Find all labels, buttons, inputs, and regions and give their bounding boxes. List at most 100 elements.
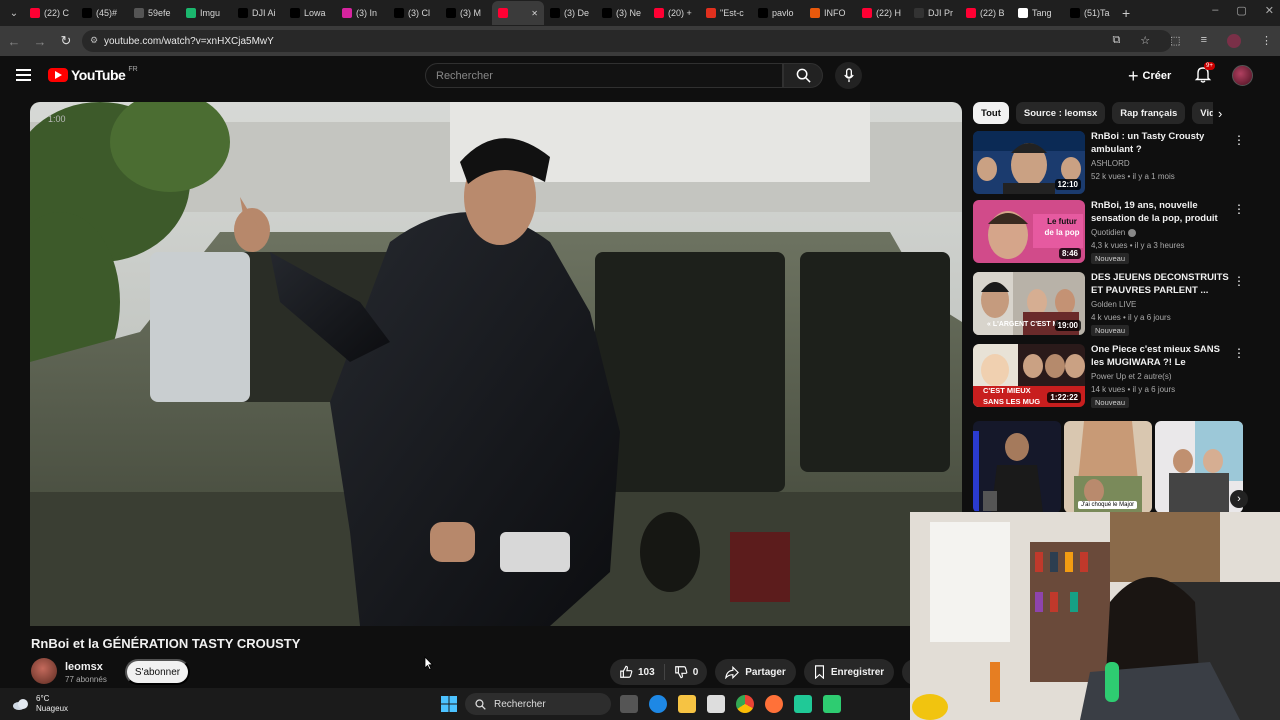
tab-search-chevron-icon[interactable]: ⌄	[4, 3, 24, 23]
share-icon	[725, 665, 740, 679]
browser-tab[interactable]: INFO	[804, 1, 856, 25]
browser-tab[interactable]: DJI Ai	[232, 1, 284, 25]
logo-text: YouTube	[71, 67, 126, 83]
browser-tab[interactable]: (45)#	[76, 1, 128, 25]
more-options-icon[interactable]: ⋮	[1233, 346, 1245, 360]
video-title[interactable]: RnBoi : un Tasty Crousty ambulant ?	[1091, 131, 1231, 156]
channel-name[interactable]: Quotidien	[1091, 228, 1137, 237]
channel-avatar[interactable]	[31, 658, 57, 684]
browser-tab[interactable]: (3) In	[336, 1, 388, 25]
voice-search-button[interactable]	[835, 62, 862, 89]
channel-name[interactable]: leomsx	[65, 661, 103, 673]
x-icon	[394, 8, 404, 18]
browser-tab[interactable]: DJI Pr	[908, 1, 960, 25]
short-item[interactable]: J'ai choqué le Major	[1064, 421, 1152, 513]
more-options-icon[interactable]: ⋮	[1233, 274, 1245, 288]
back-button[interactable]: ←	[2, 29, 26, 53]
browser-tab[interactable]: (22) B	[960, 1, 1012, 25]
chrome-icon[interactable]	[736, 695, 754, 713]
browser-tab[interactable]: Tang	[1012, 1, 1064, 25]
video-title[interactable]: RnBoi, 19 ans, nouvelle sensation de la …	[1091, 200, 1231, 225]
thumb-caption-line-1: C'EST MIEUX	[983, 386, 1031, 395]
chip-rap-francais[interactable]: Rap français	[1112, 102, 1186, 124]
like-count: 103	[638, 666, 655, 678]
browser-tab[interactable]: (3) Cl	[388, 1, 440, 25]
maximize-icon[interactable]: ▢	[1236, 4, 1246, 17]
browser-tab[interactable]: (20) +	[648, 1, 700, 25]
video-thumbnail[interactable]: Le futur de la pop 8:46	[973, 200, 1085, 263]
menu-icon[interactable]	[16, 69, 31, 81]
browser-tab[interactable]: 59efe	[128, 1, 180, 25]
taskbar-search[interactable]: Rechercher	[465, 693, 611, 715]
bookmark-star-icon[interactable]: ☆	[1140, 34, 1150, 48]
save-button[interactable]: Enregistrer	[803, 659, 895, 685]
account-avatar[interactable]	[1232, 65, 1253, 86]
profile-avatar[interactable]	[1227, 34, 1241, 48]
file-explorer-icon[interactable]	[678, 695, 696, 713]
video-player[interactable]: 1:00	[30, 102, 962, 626]
browser-tab[interactable]: (22) H	[856, 1, 908, 25]
new-tab-button[interactable]: +	[1116, 5, 1136, 21]
firefox-icon[interactable]	[765, 695, 783, 713]
site-info-icon[interactable]: ⚙	[90, 35, 100, 46]
discord-like-icon[interactable]	[823, 695, 841, 713]
browser-tab[interactable]: (3) M	[440, 1, 492, 25]
more-options-icon[interactable]: ⋮	[1233, 133, 1245, 147]
like-button[interactable]: 103	[610, 665, 664, 679]
channel-name[interactable]: Golden LIVE	[1091, 300, 1136, 309]
youtube-logo[interactable]: YouTube FR	[48, 66, 138, 83]
video-title[interactable]: DES JEUENS DECONSTRUITS ET PAUVRES PARLE…	[1091, 272, 1231, 297]
recommendation-item[interactable]: Le futur de la pop 8:46 RnBoi, 19 ans, no…	[973, 200, 1263, 264]
browser-tab[interactable]: ✕	[492, 1, 544, 25]
channel-name[interactable]: Power Up et 2 autre(s)	[1091, 372, 1171, 381]
more-options-icon[interactable]: ⋮	[1233, 202, 1245, 216]
chip-source[interactable]: Source : leomsx	[1015, 102, 1106, 124]
app-icon[interactable]	[794, 695, 812, 713]
chip-videos[interactable]: Vidé	[1192, 102, 1213, 124]
video-thumbnail[interactable]: C'EST MIEUX SANS LES MUG 1:22:22	[973, 344, 1085, 407]
chevron-right-icon[interactable]: ›	[1218, 106, 1232, 121]
weather-widget[interactable]: 6°C Nuageux	[12, 694, 68, 714]
browser-tab[interactable]: (3) De	[544, 1, 596, 25]
extensions-icon[interactable]: ⬚	[1170, 34, 1180, 48]
youtube-icon	[862, 8, 872, 18]
forward-button[interactable]: →	[28, 29, 52, 53]
dislike-button[interactable]: 0	[665, 665, 708, 679]
share-button[interactable]: Partager	[715, 659, 796, 685]
subscribe-button[interactable]: S'abonner	[125, 659, 190, 685]
shorts-next-button[interactable]: ›	[1230, 490, 1248, 508]
reload-button[interactable]: ↻	[54, 29, 78, 53]
cast-icon[interactable]: ⧉	[1112, 34, 1120, 48]
url-field[interactable]: ⚙ youtube.com/watch?v=xnHXCja5MwY	[82, 30, 1172, 52]
chip-all[interactable]: Tout	[973, 102, 1009, 124]
browser-tab[interactable]: Lowa	[284, 1, 336, 25]
browser-tab[interactable]: (3) Ne	[596, 1, 648, 25]
channel-name[interactable]: ASHLORD	[1091, 159, 1130, 168]
notifications-button[interactable]: 9+	[1194, 62, 1215, 85]
video-thumbnail[interactable]: 12:10	[973, 131, 1085, 194]
search-input[interactable]	[426, 64, 782, 87]
close-icon[interactable]: ✕	[1265, 4, 1274, 17]
browser-menu-icon[interactable]: ⋮	[1261, 34, 1272, 48]
recommendation-item[interactable]: « L'ARGENT C'EST M 19:00 DES JEUENS DECO…	[973, 272, 1263, 336]
video-title[interactable]: One Piece c'est mieux SANS les MUGIWARA …	[1091, 344, 1231, 369]
search-button[interactable]	[783, 63, 823, 88]
edge-icon[interactable]	[649, 695, 667, 713]
media-controls-icon[interactable]: ≡	[1201, 34, 1207, 48]
create-button[interactable]: + Créer	[1128, 66, 1171, 86]
task-view-icon[interactable]	[620, 695, 638, 713]
youtube-play-icon	[48, 68, 68, 82]
recommendation-item[interactable]: 12:10 RnBoi : un Tasty Crousty ambulant …	[973, 131, 1263, 195]
browser-tab[interactable]: Imgu	[180, 1, 232, 25]
minimize-icon[interactable]: –	[1212, 4, 1218, 17]
video-thumbnail[interactable]: « L'ARGENT C'EST M 19:00	[973, 272, 1085, 335]
browser-tab[interactable]: (22) C	[24, 1, 76, 25]
store-icon[interactable]	[707, 695, 725, 713]
windows-start-icon[interactable]	[441, 696, 457, 712]
recommendation-item[interactable]: C'EST MIEUX SANS LES MUG 1:22:22 One Piec…	[973, 344, 1263, 408]
browser-tab[interactable]: pavlo	[752, 1, 804, 25]
tab-close-icon[interactable]: ✕	[531, 9, 538, 18]
browser-tab[interactable]: (51)Ta	[1064, 1, 1116, 25]
short-item[interactable]	[973, 421, 1061, 513]
browser-tab[interactable]: "Est-c	[700, 1, 752, 25]
